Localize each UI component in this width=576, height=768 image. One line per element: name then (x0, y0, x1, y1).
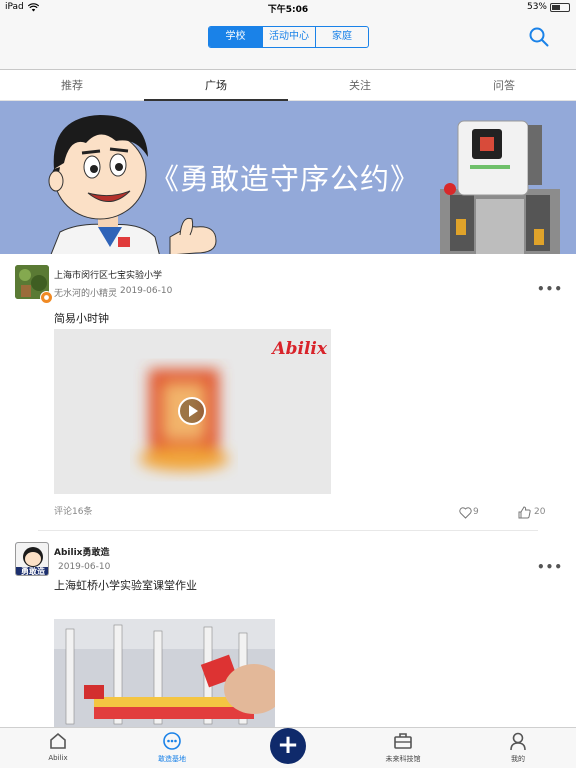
post-subname: 无水河的小精灵 (54, 289, 118, 299)
app-screen: iPad 下午5:06 53% 学校 活动中心 家庭 推荐 广场 关注 问答 《… (0, 0, 576, 768)
badge-icon (40, 291, 53, 304)
banner[interactable]: 《勇敢造守序公约》 (0, 101, 576, 254)
post-image[interactable] (54, 619, 275, 729)
comment-count[interactable]: 评论16条 (54, 504, 92, 517)
chat-bubble-icon (163, 732, 181, 750)
post-title: 上海虹桥小学实验室课堂作业 (54, 579, 197, 592)
tab-profile[interactable]: 我的 (488, 728, 548, 764)
briefcase-icon (394, 733, 412, 749)
more-options-icon[interactable]: ••• (537, 282, 563, 296)
tab-recommend[interactable]: 推荐 (0, 71, 144, 100)
search-icon[interactable] (528, 26, 550, 48)
home-icon (50, 732, 66, 749)
tab-future-tech-museum[interactable]: 未来科技馆 (373, 728, 433, 764)
status-time: 下午5:06 (267, 5, 309, 15)
tab-qa[interactable]: 问答 (432, 71, 576, 100)
segment-activity-center[interactable]: 活动中心 (262, 27, 315, 47)
user-icon (510, 732, 526, 751)
segment-school[interactable]: 学校 (209, 27, 262, 47)
add-post-button[interactable]: + (270, 728, 306, 764)
tab-label: 我的 (511, 755, 525, 763)
avatar-logo-text: 勇敢造 (21, 567, 45, 576)
lab-photo (54, 619, 275, 729)
tab-create-base[interactable]: 敢造基地 (142, 728, 202, 764)
divider (38, 530, 538, 531)
segmented-control: 学校 活动中心 家庭 (208, 26, 369, 48)
like-count: 9 (473, 507, 479, 517)
segment-family[interactable]: 家庭 (315, 27, 368, 47)
tab-follow[interactable]: 关注 (288, 71, 432, 100)
video-thumbnail[interactable]: Abilix (54, 329, 331, 494)
tab-abilix[interactable]: Abilix (28, 728, 88, 762)
heart-icon[interactable] (459, 507, 472, 519)
avatar[interactable]: 勇敢造 (15, 542, 49, 576)
post-date: 2019-06-10 (120, 286, 173, 296)
tab-square[interactable]: 广场 (144, 71, 288, 101)
thumbs-count: 20 (534, 507, 546, 517)
battery-icon (550, 2, 570, 12)
tab-label: Abilix (48, 754, 68, 762)
play-icon[interactable] (177, 396, 207, 426)
tab-label: 未来科技馆 (385, 755, 421, 763)
status-bar: iPad 下午5:06 53% (0, 0, 576, 16)
banner-title: 《勇敢造守序公约》 (150, 162, 421, 196)
robot-illustration (440, 120, 560, 254)
more-options-icon[interactable]: ••• (537, 560, 563, 574)
video-brand-logo: Abilix (272, 339, 327, 359)
feed-tabs: 推荐 广场 关注 问答 (0, 71, 576, 101)
thumbs-up-icon[interactable] (518, 506, 531, 519)
navigation-bar: 学校 活动中心 家庭 (0, 16, 576, 70)
post-title: 简易小时钟 (54, 312, 109, 325)
tab-label: 敢造基地 (158, 755, 186, 763)
post-author[interactable]: 上海市闵行区七宝实验小学 (54, 268, 162, 281)
battery-percent: 53% (526, 2, 547, 12)
post-date: 2019-06-10 (58, 562, 111, 572)
post-author[interactable]: Abilix勇敢造 (54, 545, 109, 558)
